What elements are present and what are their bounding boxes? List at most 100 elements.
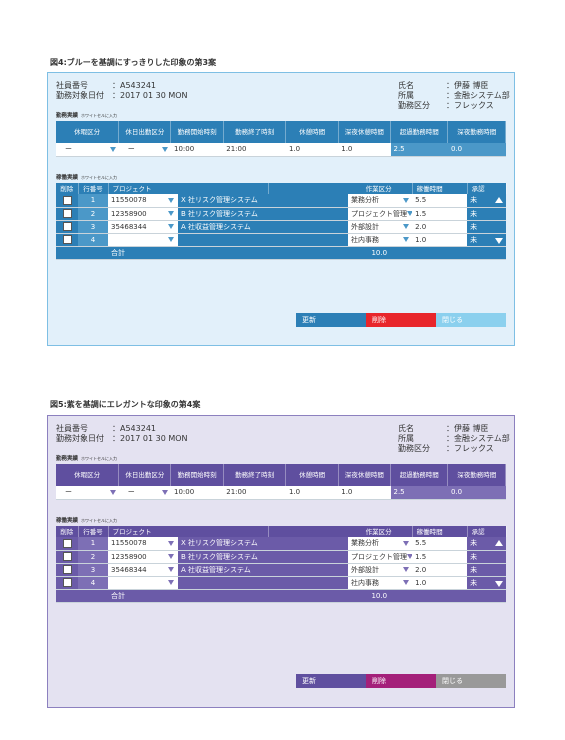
delete-button[interactable]: 削除	[366, 313, 436, 327]
delete-checkbox[interactable]	[62, 538, 72, 548]
scroll-up-icon[interactable]	[495, 540, 504, 547]
hours-input[interactable]: 5.5	[412, 194, 468, 208]
dept-label: 所属	[398, 434, 414, 443]
delete-checkbox[interactable]	[62, 195, 72, 205]
task-select[interactable]: 外部設計	[348, 220, 413, 234]
dropdown-arrow-icon	[403, 197, 410, 203]
task-select[interactable]: プロジェクト管理	[348, 207, 413, 221]
scroll-down-icon[interactable]	[495, 580, 504, 587]
update-button[interactable]: 更新	[296, 313, 366, 327]
delete-checkbox[interactable]	[62, 209, 72, 218]
attendance-input[interactable]: 1.0	[285, 143, 339, 157]
hours-input[interactable]: 1.5	[412, 550, 468, 564]
delete-checkbox[interactable]	[62, 552, 72, 561]
attendance-readonly-value: 2.5	[390, 486, 448, 500]
task-select[interactable]: プロジェクト管理	[348, 550, 413, 564]
attendance-select[interactable]: ー	[118, 486, 171, 500]
table-row: 4 社内事務 1.0 未	[56, 576, 507, 590]
attendance-input[interactable]: 21:00	[223, 486, 286, 500]
timesheet-panel: 社員番号 ：A543241 勤務対象日付 ：2017 01 30 MON 氏名 ：伊藤…	[47, 72, 515, 346]
work-type-label: 勤務区分	[398, 444, 430, 453]
hours-input[interactable]: 2.0	[412, 220, 468, 234]
attendance-select[interactable]: ー	[56, 143, 119, 157]
hours-input[interactable]: 1.5	[412, 207, 468, 221]
delete-checkbox[interactable]	[62, 222, 72, 231]
attendance-header: 休日出勤区分	[118, 464, 172, 486]
delete-checkbox[interactable]	[62, 565, 72, 574]
project-dropdown[interactable]	[168, 563, 178, 577]
task-select[interactable]: 社内事務	[348, 233, 413, 247]
dropdown-arrow-icon	[109, 489, 116, 495]
col-hours: 稼働時間	[412, 526, 468, 537]
attendance-section-title: 勤務実績 ホワイトセルに入力	[56, 113, 118, 119]
attendance-select[interactable]: ー	[56, 486, 119, 500]
employee-id-value: ：A543241	[112, 424, 157, 433]
scroll-down-icon[interactable]	[495, 237, 504, 244]
delete-cell	[56, 537, 78, 551]
project-name: X 社リスク管理システム	[178, 537, 349, 551]
hours-input[interactable]: 1.0	[412, 576, 468, 590]
delete-button[interactable]: 削除	[366, 674, 436, 688]
hours-input[interactable]: 1.0	[412, 233, 468, 247]
project-dropdown[interactable]	[168, 233, 178, 247]
project-code-input[interactable]: 12358900	[108, 550, 168, 564]
row-number: 3	[78, 563, 108, 577]
project-code-input[interactable]: 12358900	[108, 207, 168, 221]
dropdown-arrow-icon	[109, 146, 116, 152]
task-select[interactable]: 外部設計	[348, 563, 413, 577]
project-code-input[interactable]: 11550078	[108, 194, 168, 208]
update-button[interactable]: 更新	[296, 674, 366, 688]
table-row: 2 12358900 B 社リスク管理システム プロジェクト管理 1.5 未	[56, 207, 507, 221]
close-button[interactable]: 閉じる	[436, 674, 506, 688]
work-table: 削除 行番号 プロジェクト 作業区分 稼働時間 承認 1 11550078 X …	[56, 526, 507, 603]
approval-value: 未	[470, 565, 478, 574]
attendance-input[interactable]: 1.0	[338, 143, 391, 157]
task-select[interactable]: 業務分析	[348, 537, 413, 551]
task-select[interactable]: 社内事務	[348, 576, 413, 590]
project-dropdown[interactable]	[168, 576, 178, 590]
approval-value: 未	[470, 539, 478, 548]
work-date-value: ：2017 01 30 MON	[112, 91, 188, 100]
action-buttons: 更新 削除 閉じる	[296, 313, 506, 327]
approval-status: 未	[467, 207, 507, 221]
approval-status: 未	[467, 563, 507, 577]
close-button[interactable]: 閉じる	[436, 313, 506, 327]
attendance-header: 休暇区分	[56, 464, 120, 486]
delete-checkbox[interactable]	[62, 235, 72, 244]
project-dropdown[interactable]	[168, 220, 178, 234]
attendance-input[interactable]: 21:00	[223, 143, 286, 157]
project-name: B 社リスク管理システム	[178, 550, 349, 564]
action-buttons: 更新 削除 閉じる	[296, 674, 506, 688]
project-dropdown[interactable]	[168, 537, 178, 551]
col-approval: 承認	[467, 526, 507, 537]
attendance-header: 休憩時間	[285, 464, 339, 486]
project-code-input[interactable]: 35468344	[108, 563, 168, 577]
project-dropdown[interactable]	[168, 207, 178, 221]
row-number: 2	[78, 207, 108, 221]
table-row: 1 11550078 X 社リスク管理システム 業務分析 5.5 未	[56, 194, 507, 208]
hours-input[interactable]: 2.0	[412, 563, 468, 577]
attendance-select[interactable]: ー	[118, 143, 171, 157]
project-dropdown[interactable]	[168, 550, 178, 564]
attendance-input[interactable]: 10:00	[170, 486, 224, 500]
approval-value: 未	[470, 578, 478, 587]
project-code-input[interactable]: 35468344	[108, 220, 168, 234]
col-row-number: 行番号	[78, 183, 109, 194]
project-dropdown[interactable]	[168, 194, 178, 208]
scroll-up-icon[interactable]	[495, 197, 504, 204]
project-code-input[interactable]	[108, 233, 168, 247]
employee-id-value: ：A543241	[112, 81, 157, 90]
task-select[interactable]: 業務分析	[348, 194, 413, 208]
name-label: 氏名	[398, 81, 414, 90]
work-section-title: 稼働実績 ホワイトセルに入力	[56, 518, 118, 524]
hours-input[interactable]: 5.5	[412, 537, 468, 551]
task-value: 社内事務	[351, 578, 380, 587]
attendance-input[interactable]: 1.0	[285, 486, 339, 500]
project-name	[178, 233, 349, 247]
project-code-input[interactable]	[108, 576, 168, 590]
project-code-input[interactable]: 11550078	[108, 537, 168, 551]
employee-id-label: 社員番号	[56, 81, 88, 90]
delete-checkbox[interactable]	[62, 578, 72, 587]
attendance-input[interactable]: 1.0	[338, 486, 391, 500]
attendance-input[interactable]: 10:00	[170, 143, 224, 157]
